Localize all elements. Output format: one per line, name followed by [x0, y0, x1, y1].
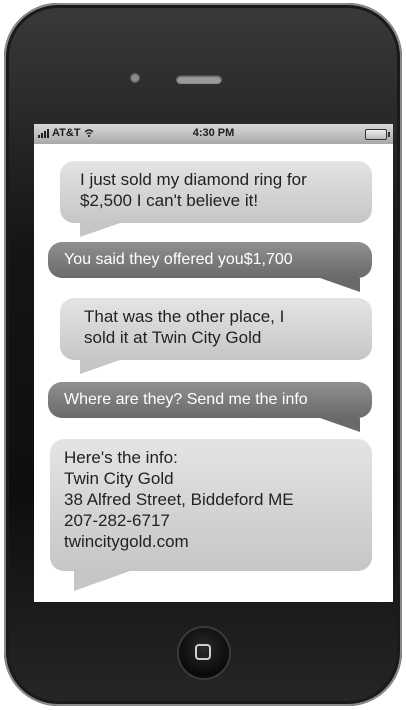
earpiece-speaker	[176, 75, 222, 84]
battery-icon	[365, 129, 390, 140]
message-line: That was the other place, I	[84, 307, 285, 326]
message-line: 38 Alfred Street, Biddeford ME	[64, 490, 294, 509]
status-time: 4:30 PM	[192, 127, 235, 139]
message-bubble-incoming[interactable]: Here's the info: Twin City Gold 38 Alfre…	[50, 439, 372, 571]
bubble-tail	[80, 360, 120, 374]
message-screen: AT&T 4:30 PM I just sold my diamond ring…	[34, 124, 393, 602]
bubble-tail	[320, 278, 360, 292]
message-line: $2,500 I can't believe it!	[80, 191, 259, 210]
home-square-icon	[195, 644, 211, 660]
message-bubble-outgoing[interactable]: Where are they? Send me the info	[48, 382, 372, 418]
message-line: Twin City Gold	[64, 469, 174, 488]
bubble-tail	[80, 223, 120, 237]
bubble-tail	[320, 418, 360, 432]
message-bubble-outgoing[interactable]: You said they offered you$1,700	[48, 242, 372, 278]
front-camera	[130, 73, 140, 83]
message-bubble-incoming[interactable]: That was the other place, I sold it at T…	[60, 298, 372, 360]
phone-frame: AT&T 4:30 PM I just sold my diamond ring…	[4, 3, 402, 706]
bubble-tail	[74, 571, 130, 591]
message-line: 207-282-6717	[64, 511, 170, 530]
message-line: twincitygold.com	[64, 532, 189, 551]
home-button[interactable]	[179, 628, 229, 678]
message-bubble-incoming[interactable]: I just sold my diamond ring for $2,500 I…	[60, 161, 372, 223]
message-line: sold it at Twin City Gold	[84, 328, 262, 347]
status-bar: AT&T 4:30 PM	[34, 124, 393, 144]
message-line: I just sold my diamond ring for	[80, 170, 307, 189]
message-line: You said they offered you$1,700	[64, 251, 293, 268]
message-line: Here's the info:	[64, 448, 178, 467]
message-line: Where are they? Send me the info	[64, 391, 308, 408]
